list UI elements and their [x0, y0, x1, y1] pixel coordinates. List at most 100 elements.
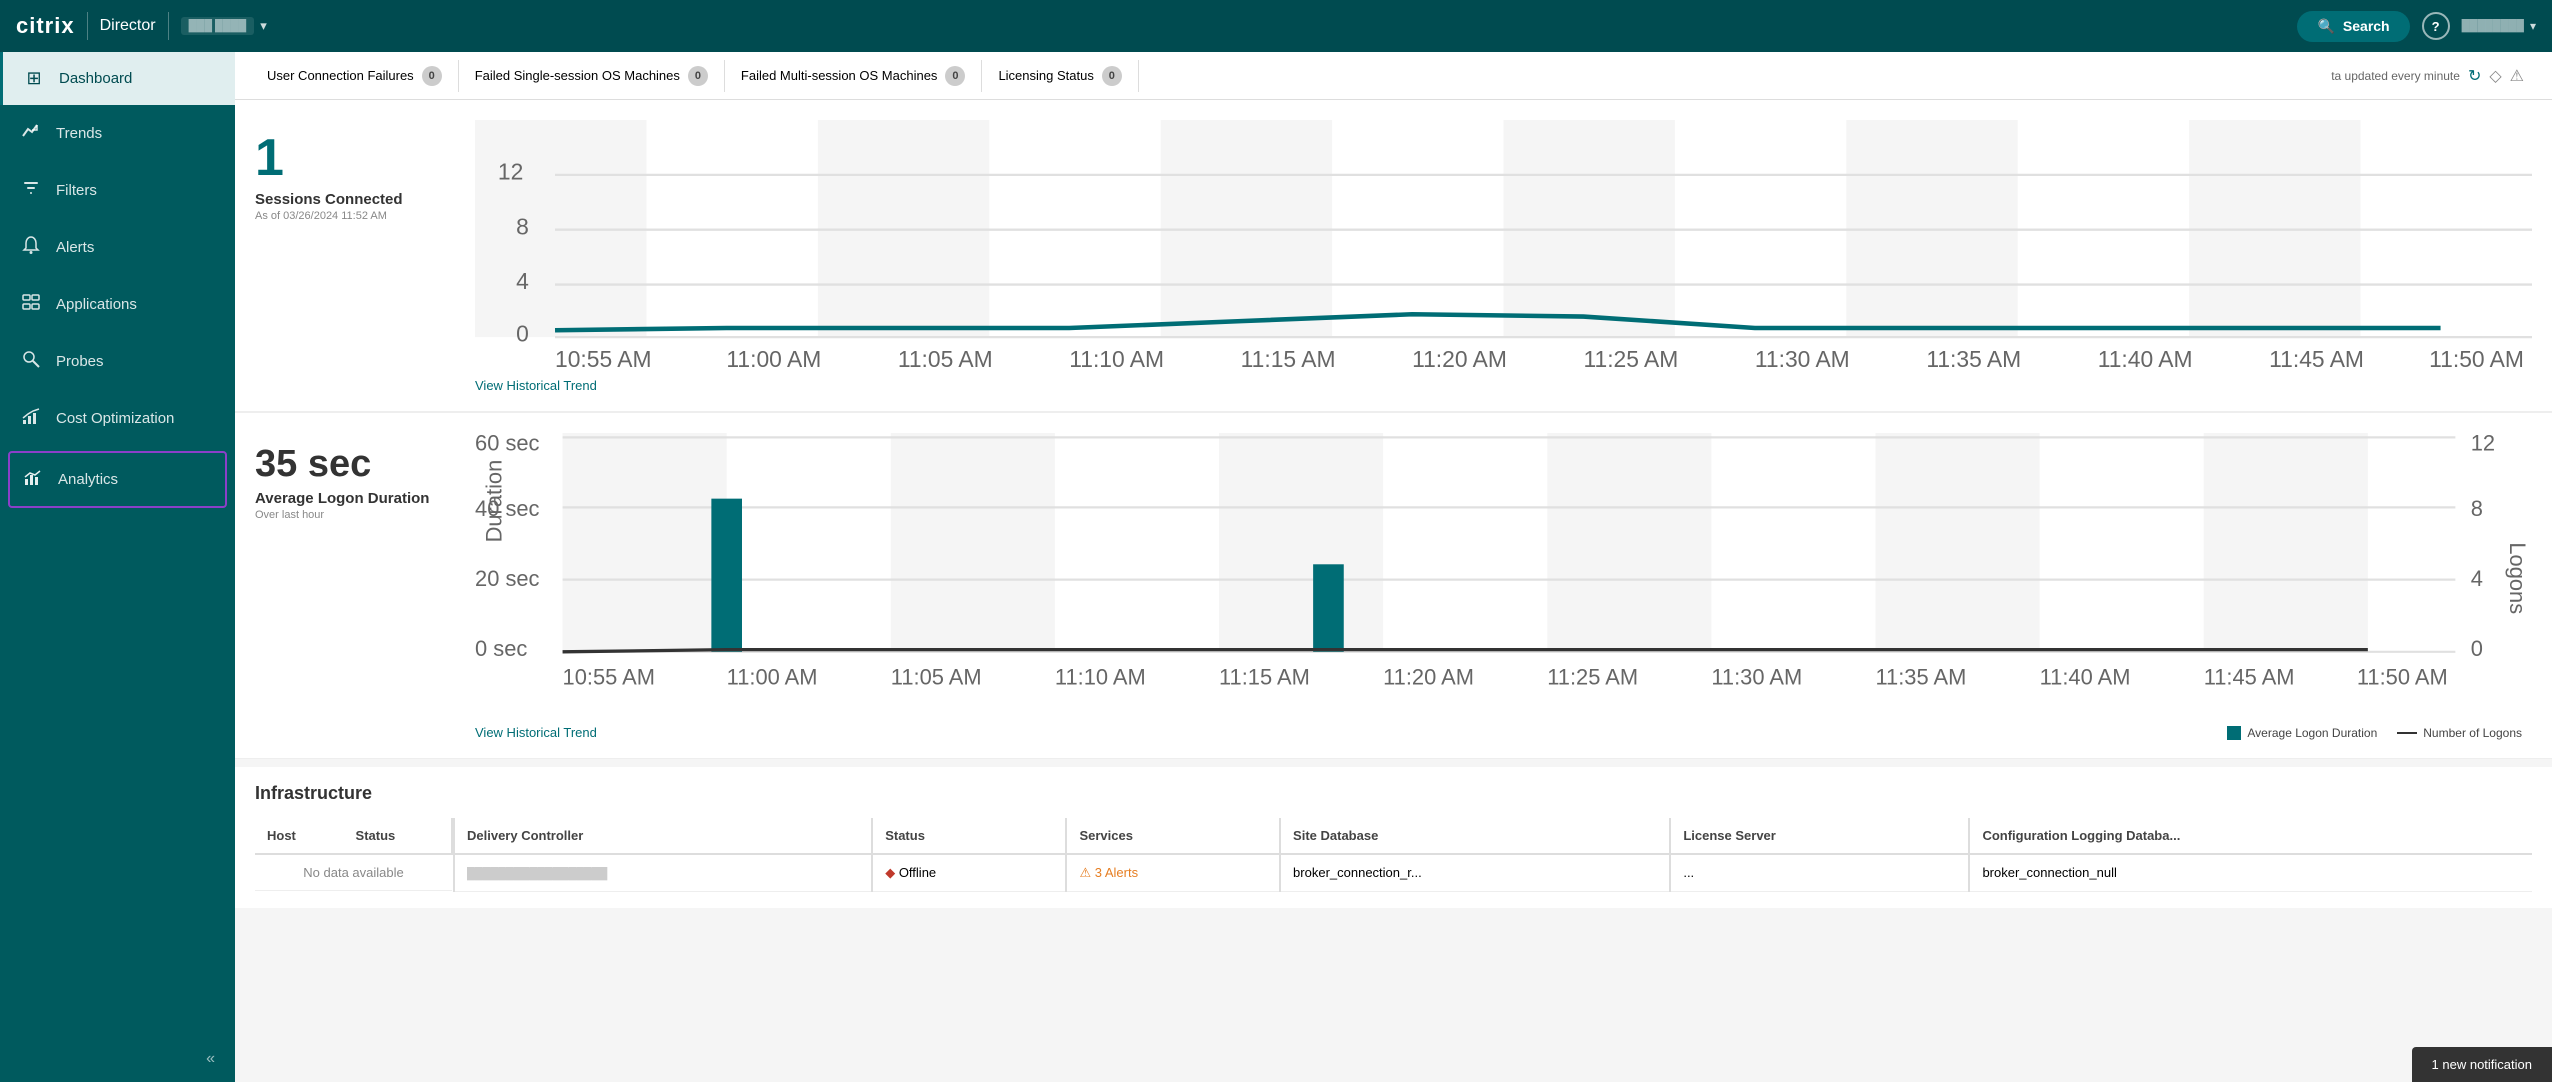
svg-text:8: 8: [516, 213, 529, 239]
refresh-icon[interactable]: ↻: [2468, 66, 2481, 86]
search-icon: 🔍: [2317, 18, 2334, 35]
user-name: ████████: [2462, 20, 2524, 32]
search-label: Search: [2343, 18, 2390, 34]
sidebar-item-cost-optimization[interactable]: Cost Optimization: [0, 390, 235, 447]
svg-text:10:55 AM: 10:55 AM: [563, 665, 655, 690]
user-chevron: ▾: [2530, 19, 2536, 33]
svg-text:11:00 AM: 11:00 AM: [727, 665, 818, 690]
sidebar-item-dashboard[interactable]: ⊞ Dashboard: [0, 52, 235, 105]
logon-subtext: Over last hour: [255, 509, 455, 521]
sessions-view-trend-link[interactable]: View Historical Trend: [475, 378, 2532, 393]
sidebar-label-cost-optimization: Cost Optimization: [56, 410, 174, 427]
trends-icon: [20, 121, 42, 146]
analytics-icon: [22, 467, 44, 492]
svg-text:11:05 AM: 11:05 AM: [891, 665, 982, 690]
dc-site-db: broker_connection_r...: [1280, 854, 1670, 892]
svg-text:20 sec: 20 sec: [475, 567, 540, 592]
status-bar: User Connection Failures 0 Failed Single…: [235, 52, 2552, 100]
sessions-chart-row: 1 Sessions Connected As of 03/26/2024 11…: [255, 120, 2532, 374]
status-col-header: Status: [344, 818, 452, 854]
help-label: ?: [2432, 19, 2440, 34]
status-label-fs: Failed Single-session OS Machines: [475, 68, 680, 83]
dc-table-element: Delivery Controller Status Services Site…: [455, 818, 2532, 892]
site-selector[interactable]: ███ ████ ▾: [181, 17, 267, 35]
topnav-right: 🔍 Search ? ████████ ▾: [2297, 11, 2536, 42]
dc-status-text: Offline: [899, 865, 936, 880]
status-failed-single[interactable]: Failed Single-session OS Machines 0: [459, 60, 725, 92]
dc-table: Delivery Controller Status Services Site…: [455, 818, 2532, 892]
topnav-left: citrix Director ███ ████ ▾: [16, 12, 267, 40]
host-table-element: Host Status No data available: [255, 818, 453, 891]
search-button[interactable]: 🔍 Search: [2297, 11, 2409, 42]
diamond-icon[interactable]: ◇: [2489, 66, 2501, 86]
sidebar-collapse-button[interactable]: «: [0, 1036, 235, 1082]
logon-chart-row: 35 sec Average Logon Duration Over last …: [255, 433, 2532, 720]
probes-icon: [20, 349, 42, 374]
offline-dot-icon: ◆: [885, 865, 895, 880]
legend-line-item: Number of Logons: [2397, 726, 2522, 740]
services-alert-link[interactable]: 3 Alerts: [1095, 865, 1138, 880]
dc-sitedb-col-header: Site Database: [1280, 818, 1670, 854]
legend-bar-box: [2227, 726, 2241, 740]
svg-text:11:35 AM: 11:35 AM: [1875, 665, 1966, 690]
topnav-divider2: [168, 12, 169, 40]
status-label-ucf: User Connection Failures: [267, 68, 414, 83]
infrastructure-tables: Host Status No data available: [255, 818, 2532, 892]
sidebar-item-analytics[interactable]: Analytics: [8, 451, 227, 508]
status-licensing[interactable]: Licensing Status 0: [982, 60, 1138, 92]
topnav-divider: [87, 12, 88, 40]
no-host-data-row: No data available: [255, 854, 452, 891]
svg-text:11:05 AM: 11:05 AM: [898, 346, 993, 372]
svg-text:10:55 AM: 10:55 AM: [555, 346, 652, 372]
sidebar-item-trends[interactable]: Trends: [0, 105, 235, 162]
sidebar-item-alerts[interactable]: Alerts: [0, 219, 235, 276]
dc-col-header: Delivery Controller: [455, 818, 872, 854]
dc-name-redacted: ██████████████████: [467, 868, 607, 880]
status-user-connection-failures[interactable]: User Connection Failures 0: [251, 60, 459, 92]
status-count-fm: 0: [945, 66, 965, 86]
svg-text:11:35 AM: 11:35 AM: [1926, 346, 2021, 372]
dc-row: ██████████████████ ◆ Offline ⚠ 3 Alerts: [455, 854, 2532, 892]
alert-triangle-icon[interactable]: ⚠: [2510, 66, 2524, 86]
sessions-stat: 1 Sessions Connected As of 03/26/2024 11…: [255, 120, 475, 232]
user-menu[interactable]: ████████ ▾: [2462, 19, 2536, 33]
content-area: User Connection Failures 0 Failed Single…: [235, 52, 2552, 1082]
svg-text:11:45 AM: 11:45 AM: [2269, 346, 2364, 372]
logon-number: 35 sec: [255, 443, 455, 486]
status-label-fm: Failed Multi-session OS Machines: [741, 68, 938, 83]
main-layout: ⊞ Dashboard Trends Filters Alerts Appl: [0, 52, 2552, 1082]
sidebar-item-probes[interactable]: Probes: [0, 333, 235, 390]
svg-text:11:25 AM: 11:25 AM: [1547, 665, 1638, 690]
citrix-wordmark: citrix: [16, 13, 75, 39]
dc-status-offline: ◆ Offline: [872, 854, 1066, 892]
logon-view-trend-link[interactable]: View Historical Trend: [475, 725, 597, 740]
chart-legend: Average Logon Duration Number of Logons: [2227, 726, 2522, 740]
dc-licserver-col-header: License Server: [1670, 818, 1969, 854]
site-chevron[interactable]: ▾: [260, 18, 267, 34]
sidebar-item-filters[interactable]: Filters: [0, 162, 235, 219]
svg-text:12: 12: [2471, 433, 2495, 456]
no-data-text: No data available: [255, 854, 452, 891]
help-button[interactable]: ?: [2422, 12, 2450, 40]
logon-chart-panel: 35 sec Average Logon Duration Over last …: [235, 412, 2552, 758]
legend-bar-item: Average Logon Duration: [2227, 726, 2377, 740]
notification-bar[interactable]: 1 new notification: [2412, 1047, 2552, 1082]
svg-text:11:20 AM: 11:20 AM: [1412, 346, 1507, 372]
status-update-info: ta updated every minute ↻ ◇ ⚠: [2319, 66, 2536, 86]
status-failed-multi[interactable]: Failed Multi-session OS Machines 0: [725, 60, 983, 92]
sidebar-item-applications[interactable]: Applications: [0, 276, 235, 333]
logon-chart-area: 0 sec 20 sec 40 sec 60 sec 0 4 8 12 Dura…: [475, 433, 2532, 720]
infrastructure-section: Infrastructure Host Status: [235, 767, 2552, 908]
legend-line-label: Number of Logons: [2423, 726, 2522, 740]
applications-icon: [20, 292, 42, 317]
sidebar-label-probes: Probes: [56, 353, 104, 370]
svg-text:11:00 AM: 11:00 AM: [726, 346, 821, 372]
sessions-time: As of 03/26/2024 11:52 AM: [255, 210, 455, 222]
sidebar-label-trends: Trends: [56, 125, 102, 142]
svg-text:11:20 AM: 11:20 AM: [1383, 665, 1474, 690]
svg-text:11:40 AM: 11:40 AM: [2098, 346, 2193, 372]
dc-services: ⚠ 3 Alerts: [1066, 854, 1280, 892]
svg-text:11:15 AM: 11:15 AM: [1219, 665, 1310, 690]
logon-label: Average Logon Duration: [255, 490, 455, 507]
svg-text:11:50 AM: 11:50 AM: [2357, 665, 2448, 690]
